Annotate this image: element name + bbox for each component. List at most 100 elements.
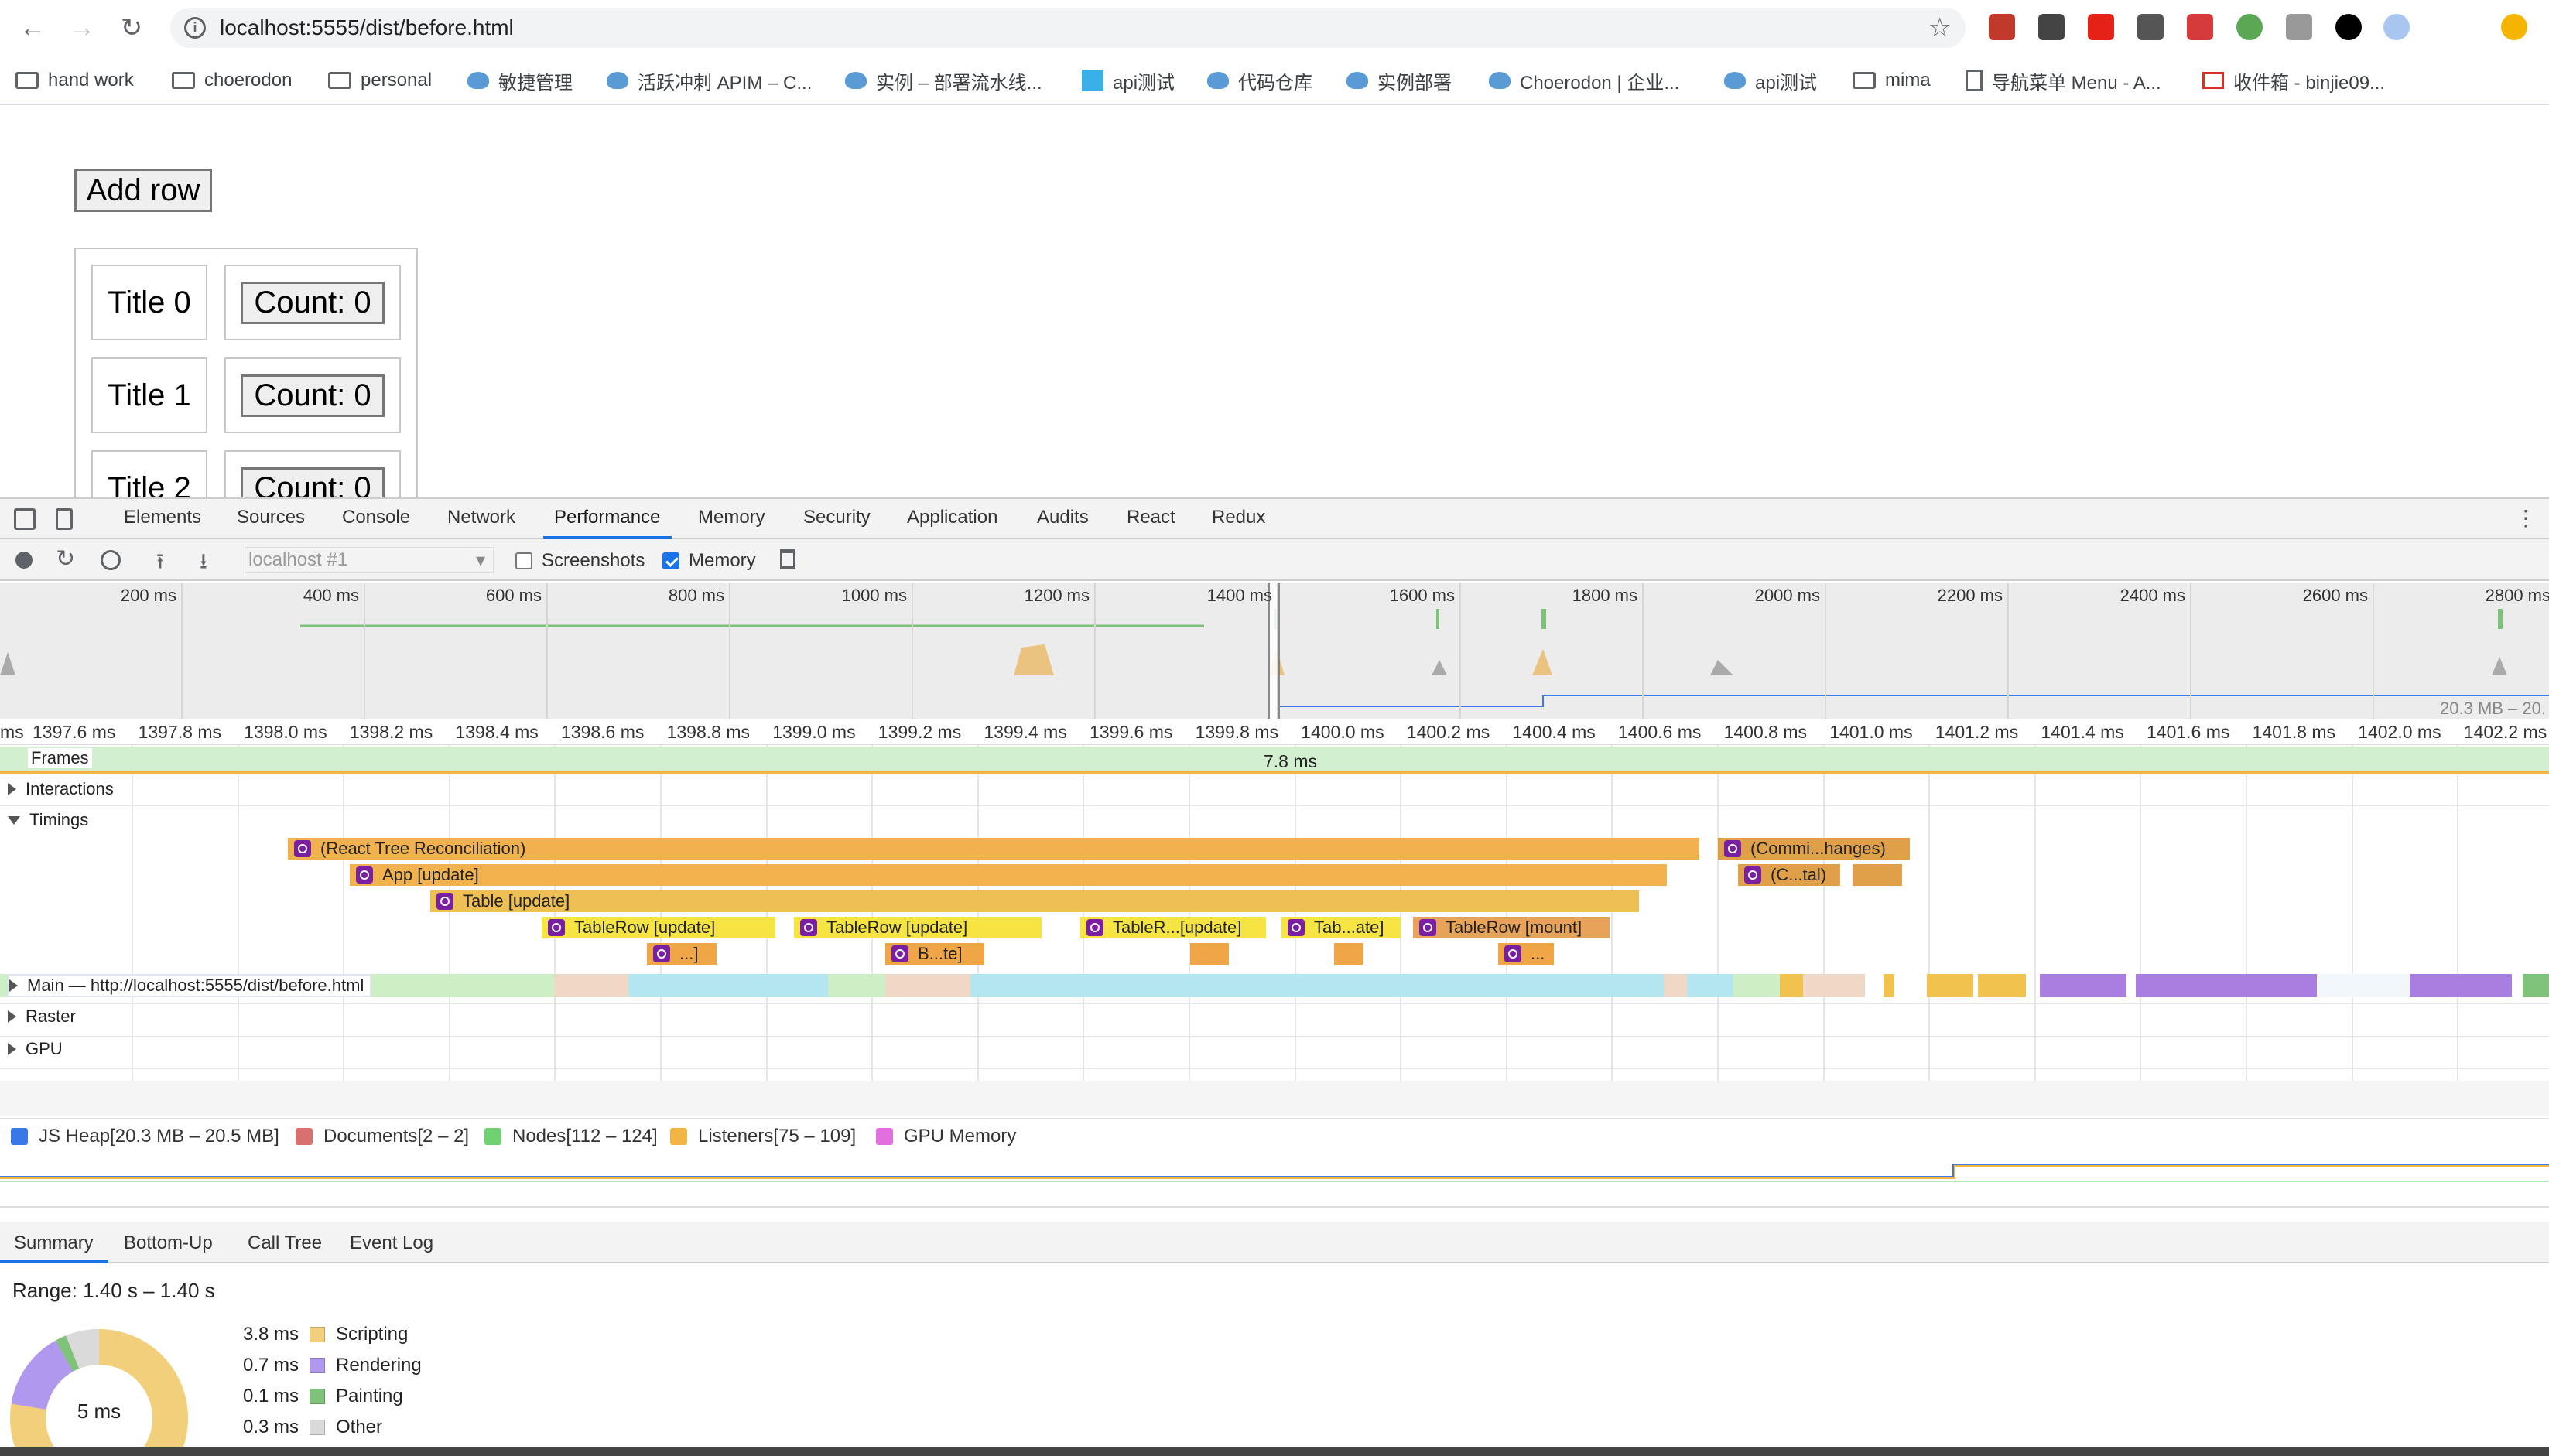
tab-react[interactable]: React: [1127, 507, 1175, 528]
timing-child[interactable]: ...: [1498, 943, 1554, 965]
timing-tablerow-mount[interactable]: TableRow [mount]: [1413, 917, 1610, 938]
bookmark-item[interactable]: hand work: [15, 65, 134, 96]
bookmark-item[interactable]: 代码仓库: [1207, 65, 1312, 96]
bookmark-item[interactable]: personal: [328, 65, 432, 96]
expand-triangle-icon[interactable]: [9, 979, 18, 992]
extension-icon-5[interactable]: [2187, 14, 2213, 40]
memory-toggle[interactable]: Memory: [662, 550, 756, 572]
count-button[interactable]: Count: 0: [241, 281, 385, 324]
tab-application[interactable]: Application: [907, 507, 997, 528]
timing-react-tree-reconciliation[interactable]: (React Tree Reconciliation): [288, 838, 1699, 860]
tab-call-tree[interactable]: Call Tree: [248, 1232, 322, 1254]
extension-icon-4[interactable]: [2137, 14, 2164, 40]
timing-tablerow-update[interactable]: Tab...ate]: [1281, 917, 1401, 938]
expand-triangle-icon[interactable]: [8, 1043, 16, 1055]
counter-color-checkbox[interactable]: [876, 1128, 893, 1145]
bookmark-item[interactable]: 活跃冲刺 APIM – C...: [607, 65, 812, 96]
gpu-track-label[interactable]: GPU: [8, 1039, 63, 1059]
memory-counter-toggle[interactable]: Listeners[75 – 109]: [670, 1126, 856, 1147]
bookmark-item[interactable]: 收件箱 - binjie09...: [2202, 65, 2385, 96]
interactions-track-label[interactable]: Interactions: [8, 779, 114, 799]
youtube-extension-icon[interactable]: [2088, 14, 2114, 40]
memory-counter-toggle[interactable]: GPU Memory: [876, 1126, 1016, 1147]
tab-summary[interactable]: Summary: [14, 1232, 94, 1254]
upload-icon[interactable]: ⭱: [156, 545, 164, 583]
count-button[interactable]: Count: 0: [241, 467, 385, 497]
counter-color-checkbox[interactable]: [484, 1128, 501, 1145]
bookmark-item[interactable]: 导航菜单 Menu - A...: [1966, 65, 2161, 96]
profile-avatar[interactable]: [2501, 14, 2527, 40]
address-bar[interactable]: i localhost:5555/dist/before.html ☆: [170, 8, 1966, 48]
timings-track-label[interactable]: Timings: [8, 810, 88, 830]
timing-app-update[interactable]: App [update]: [350, 864, 1667, 886]
bookmark-item[interactable]: choerodon: [172, 65, 292, 96]
collapse-triangle-icon[interactable]: [8, 815, 20, 825]
count-button[interactable]: Count: 0: [241, 374, 385, 417]
url-text[interactable]: localhost:5555/dist/before.html: [220, 15, 514, 40]
bookmark-item[interactable]: mima: [1853, 65, 1931, 96]
tab-audits[interactable]: Audits: [1037, 507, 1089, 528]
tab-bottom-up[interactable]: Bottom-Up: [124, 1232, 213, 1254]
back-arrow-icon[interactable]: ←: [15, 11, 50, 45]
memory-checkbox[interactable]: [662, 552, 679, 569]
expand-triangle-icon[interactable]: [8, 783, 16, 795]
target-select[interactable]: localhost #1 ▾: [245, 547, 494, 573]
tab-redux[interactable]: Redux: [1212, 507, 1265, 528]
bookmark-item[interactable]: Choerodon | 企业...: [1489, 65, 1679, 96]
tab-console[interactable]: Console: [342, 507, 410, 528]
bookmark-item[interactable]: api测试: [1082, 65, 1175, 96]
star-icon[interactable]: ☆: [1928, 12, 1952, 43]
counter-color-checkbox[interactable]: [11, 1128, 28, 1145]
tab-network[interactable]: Network: [447, 507, 515, 528]
frames-track[interactable]: 7.8 ms: [0, 747, 2549, 774]
device-toolbar-icon[interactable]: [56, 508, 73, 530]
tab-event-log[interactable]: Event Log: [350, 1232, 433, 1254]
bookmark-item[interactable]: 实例部署: [1346, 65, 1452, 96]
timing-commit-child[interactable]: (C...tal): [1738, 864, 1840, 886]
download-icon[interactable]: ⭳: [200, 545, 207, 583]
timing-commit-block[interactable]: [1853, 864, 1902, 886]
raster-track-label[interactable]: Raster: [8, 1007, 76, 1027]
tab-security[interactable]: Security: [803, 507, 871, 528]
record-icon[interactable]: [15, 552, 33, 569]
counter-color-checkbox[interactable]: [670, 1128, 687, 1145]
timing-child[interactable]: [1190, 943, 1229, 965]
tab-performance[interactable]: Performance: [554, 507, 660, 528]
timeline-overview[interactable]: 20.3 MB – 20. 200 ms 400 ms 600 ms 800 ms 10…: [0, 583, 2549, 719]
memory-counter-toggle[interactable]: Nodes[112 – 124]: [484, 1126, 658, 1147]
timing-commit-changes[interactable]: (Commi...hanges): [1718, 838, 1910, 860]
bookmark-item[interactable]: 实例 – 部署流水线...: [845, 65, 1042, 96]
extension-icon-2[interactable]: [2038, 14, 2065, 40]
extension-icon-8[interactable]: [2335, 14, 2362, 40]
memory-counter-toggle[interactable]: JS Heap[20.3 MB – 20.5 MB]: [11, 1126, 279, 1147]
bookmark-item[interactable]: 敏捷管理: [467, 65, 573, 96]
forward-arrow-icon[interactable]: →: [65, 11, 99, 45]
tab-sources[interactable]: Sources: [237, 507, 305, 528]
timing-tablerow-update[interactable]: TableR...[update]: [1080, 917, 1266, 938]
info-icon[interactable]: i: [184, 17, 206, 39]
screenshots-checkbox[interactable]: [515, 552, 532, 569]
extension-icon-9[interactable]: [2383, 14, 2410, 40]
add-row-button[interactable]: Add row: [74, 169, 212, 212]
screenshots-toggle[interactable]: Screenshots: [515, 550, 645, 572]
expand-triangle-icon[interactable]: [8, 1010, 16, 1023]
clear-icon[interactable]: [101, 550, 121, 570]
tab-memory[interactable]: Memory: [698, 507, 765, 528]
inspect-element-icon[interactable]: [14, 508, 36, 530]
tab-elements[interactable]: Elements: [124, 507, 201, 528]
devtools-menu-icon[interactable]: ⋮: [2515, 505, 2537, 531]
shield-extension-icon[interactable]: [2286, 14, 2312, 40]
timing-table-update[interactable]: Table [update]: [430, 890, 1639, 912]
timing-child[interactable]: B...te]: [885, 943, 984, 965]
reload-icon[interactable]: ↻: [115, 11, 149, 45]
timing-child[interactable]: [1334, 943, 1363, 965]
counter-color-checkbox[interactable]: [296, 1128, 313, 1145]
trash-icon[interactable]: [780, 549, 795, 569]
bookmark-item[interactable]: api测试: [1724, 65, 1817, 96]
reload-record-icon[interactable]: ↻: [56, 545, 75, 572]
timing-child[interactable]: ...]: [647, 943, 717, 965]
js-extension-icon[interactable]: [2236, 14, 2263, 40]
timing-tablerow-update[interactable]: TableRow [update]: [542, 917, 775, 938]
main-track-label[interactable]: Main — http://localhost:5555/dist/before…: [8, 974, 372, 997]
extension-icon-1[interactable]: [1989, 14, 2015, 40]
